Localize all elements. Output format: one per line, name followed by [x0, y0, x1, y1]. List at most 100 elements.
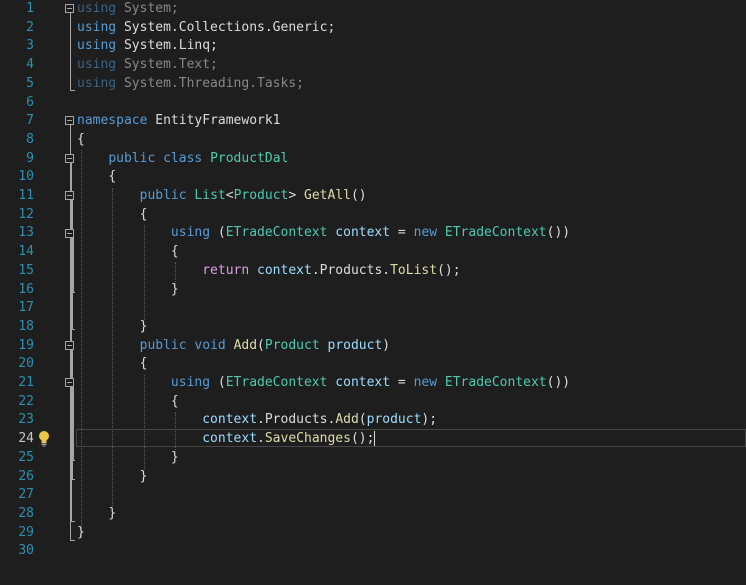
keyword: public	[139, 337, 187, 353]
line-number: 18	[18, 318, 34, 334]
type-name: List	[194, 188, 226, 203]
line-number: 29	[18, 524, 34, 540]
code-line[interactable]: using System.Threading.Tasks;	[77, 75, 304, 94]
namespace-ref: System.Collections.Generic;	[116, 19, 336, 35]
line-number: 22	[18, 393, 34, 409]
punctuation: ())	[546, 225, 571, 241]
code-line[interactable]: return context.Products.ToList();	[77, 262, 461, 281]
code-line[interactable]: context.Products.Add(product);	[77, 411, 437, 430]
code-line[interactable]: }	[77, 468, 148, 487]
brace: }	[170, 449, 179, 465]
code-line[interactable]: using (ETradeContext context = new ETrad…	[77, 224, 570, 243]
line-number: 19	[18, 337, 34, 353]
code-line[interactable]: {	[77, 131, 85, 150]
code-line[interactable]: }	[77, 281, 179, 300]
punctuation: <	[225, 188, 234, 203]
method-name: Add	[233, 337, 258, 353]
line-number: 3	[26, 38, 34, 54]
keyword: using	[170, 225, 211, 241]
code-line[interactable]: namespace EntityFramework1	[77, 112, 281, 131]
line-number: 16	[18, 281, 34, 297]
brace: {	[170, 244, 179, 260]
member-access: .	[257, 431, 265, 447]
punctuation: ();	[437, 262, 461, 278]
code-line[interactable]: {	[77, 206, 148, 225]
keyword: namespace	[77, 113, 148, 129]
line-number: 20	[18, 356, 34, 372]
collapse-box-icon[interactable]	[65, 341, 74, 350]
keyword: void	[194, 337, 226, 353]
code-line[interactable]: using System.Text;	[77, 56, 218, 75]
type-name: Product	[233, 188, 289, 203]
code-line[interactable]: }	[77, 524, 85, 543]
punctuation: (	[210, 375, 226, 390]
line-number: 26	[18, 468, 34, 484]
line-number: 25	[18, 449, 34, 465]
collapse-box-icon[interactable]	[65, 229, 74, 238]
operator: =	[390, 375, 414, 390]
keyword: using	[77, 19, 117, 35]
member-access: .Products.	[257, 412, 336, 428]
code-line[interactable]: {	[77, 168, 116, 187]
collapse-box-icon[interactable]	[65, 154, 74, 163]
code-editor[interactable]: 1 2 3 4 5 6 7 8 9 10 11 12 13 14 15 16 1…	[0, 0, 746, 585]
collapse-box-icon[interactable]	[65, 4, 74, 13]
punctuation: ()	[350, 188, 367, 203]
variable: context	[335, 375, 391, 390]
line-number: 13	[18, 225, 34, 241]
code-line[interactable]: }	[77, 449, 179, 468]
line-number: 14	[18, 244, 34, 260]
namespace-ref: System.Threading.Tasks;	[116, 75, 304, 91]
brace: }	[77, 524, 85, 540]
line-number: 11	[18, 188, 34, 203]
line-number-current: 24	[18, 431, 34, 447]
code-line[interactable]: }	[77, 318, 148, 337]
code-line[interactable]: using System.Collections.Generic;	[77, 19, 335, 38]
collapse-box-icon[interactable]	[65, 191, 74, 200]
text-caret	[374, 431, 375, 446]
lightbulb-icon[interactable]	[37, 430, 51, 447]
type-name: ETradeContext	[444, 375, 547, 390]
fold-outline-end	[70, 460, 75, 461]
code-line[interactable]: public class ProductDal	[77, 150, 288, 169]
code-line[interactable]: public List<Product> GetAll()	[77, 187, 367, 206]
punctuation: ();	[350, 431, 375, 447]
namespace-ref: System;	[116, 1, 179, 16]
method-name: SaveChanges	[264, 431, 351, 447]
fold-outline	[73, 238, 74, 292]
code-line[interactable]: {	[77, 243, 179, 262]
keyword: return	[202, 262, 250, 278]
brace: {	[170, 393, 179, 409]
code-line[interactable]: using System.Linq;	[77, 37, 218, 56]
code-line[interactable]: {	[77, 393, 179, 412]
fold-outline-end	[70, 540, 75, 541]
keyword: using	[77, 38, 117, 54]
code-line[interactable]: {	[77, 355, 148, 374]
collapse-box-icon[interactable]	[65, 378, 74, 387]
keyword: using	[77, 57, 117, 73]
code-line-current[interactable]: context.SaveChanges();	[77, 430, 374, 449]
variable: context	[257, 262, 312, 278]
type-name: ETradeContext	[225, 225, 328, 241]
code-line[interactable]: using System;	[77, 0, 179, 19]
variable: context	[202, 431, 258, 447]
brace: }	[139, 318, 148, 334]
parameter: product	[366, 412, 422, 428]
punctuation: ())	[546, 375, 571, 390]
collapse-box-icon[interactable]	[65, 116, 74, 125]
member-access: .Products.	[311, 262, 391, 278]
line-number: 10	[18, 169, 34, 185]
code-line[interactable]: using (ETradeContext context = new ETrad…	[77, 374, 570, 393]
class-name: ProductDal	[210, 150, 289, 166]
line-number: 6	[26, 94, 34, 110]
punctuation: )	[382, 337, 391, 353]
keyword: using	[77, 75, 117, 91]
line-number: 5	[26, 75, 34, 91]
code-line[interactable]: public void Add(Product product)	[77, 337, 391, 356]
type-name: ETradeContext	[225, 375, 328, 390]
code-line[interactable]: }	[77, 505, 116, 524]
fold-outline	[73, 387, 74, 460]
namespace-ref: System.Linq;	[116, 38, 218, 54]
namespace-ref: System.Text;	[116, 57, 218, 73]
keyword: class	[163, 150, 203, 166]
